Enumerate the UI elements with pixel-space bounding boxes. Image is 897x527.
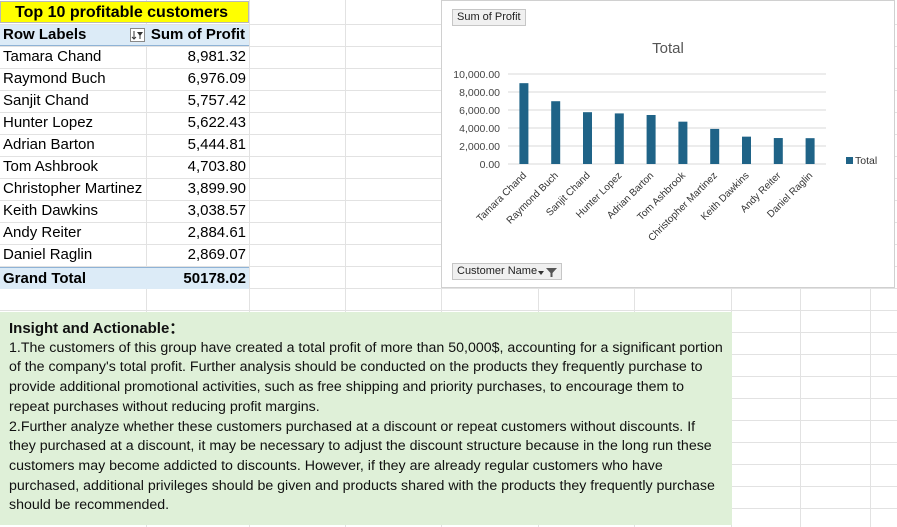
insight-paragraph: 2.Further analyze whether these customer…: [9, 418, 715, 514]
y-tick-label: 4,000.00: [459, 123, 500, 135]
legend-label: Total: [855, 155, 877, 167]
customer-name: Christopher Martinez: [3, 180, 143, 197]
bar: [614, 113, 624, 164]
profit-value: 6,976.09: [187, 70, 246, 87]
y-tick-label: 8,000.00: [459, 87, 500, 99]
bar: [646, 114, 656, 164]
pivot-header-row[interactable]: Row Labels Sum of Profit: [0, 25, 249, 46]
bar: [678, 121, 688, 164]
customer-name: Hunter Lopez: [3, 114, 94, 131]
customer-name: Sanjit Chand: [3, 92, 89, 109]
customer-name: Raymond Buch: [3, 70, 106, 87]
row-labels-header: Row Labels: [3, 26, 87, 43]
table-row[interactable]: Adrian Barton 5,444.81: [0, 134, 249, 156]
customer-name: Keith Dawkins: [3, 202, 99, 219]
customer-name: Andy Reiter: [3, 224, 82, 241]
grand-total-label: Grand Total: [3, 270, 87, 287]
table-row[interactable]: Hunter Lopez 5,622.43: [0, 112, 249, 134]
table-row[interactable]: Sanjit Chand 5,757.42: [0, 90, 249, 112]
bar: [519, 83, 529, 164]
bar: [710, 128, 720, 164]
profit-value: 8,981.32: [187, 48, 246, 65]
axis-field-label: Customer Name: [457, 265, 538, 277]
customer-name: Tom Ashbrook: [3, 158, 99, 175]
table-row[interactable]: Daniel Raglin 2,869.07: [0, 244, 249, 266]
y-tick-label: 0.00: [480, 159, 501, 171]
profit-value: 4,703.80: [187, 158, 246, 175]
pivot-chart[interactable]: Sum of Profit Total 0.00 2,000.00 4,000.00 6…: [441, 0, 895, 288]
bar: [551, 101, 561, 164]
profit-value: 3,038.57: [187, 202, 246, 219]
profit-value: 5,622.43: [187, 114, 246, 131]
bar: [805, 138, 815, 164]
y-tick-label: 6,000.00: [459, 105, 500, 117]
grand-total-row[interactable]: Grand Total 50178.02: [0, 267, 249, 289]
table-row[interactable]: Keith Dawkins 3,038.57: [0, 200, 249, 222]
profit-value: 5,757.42: [187, 92, 246, 109]
axis-field-button[interactable]: Customer Name: [452, 263, 563, 280]
profit-value: 5,444.81: [187, 136, 246, 153]
table-row[interactable]: Tom Ashbrook 4,703.80: [0, 156, 249, 178]
sort-filter-icon[interactable]: [130, 28, 145, 42]
y-tick-label: 2,000.00: [459, 141, 500, 153]
customer-name: Daniel Raglin: [3, 246, 93, 263]
profit-value: 2,869.07: [187, 246, 246, 263]
table-row[interactable]: Tamara Chand 8,981.32: [0, 46, 249, 68]
customer-name: Tamara Chand: [3, 48, 102, 65]
filter-dropdown-icon: [538, 268, 558, 277]
chart-title: Total: [652, 40, 684, 57]
customer-name: Adrian Barton: [3, 136, 95, 153]
pivot-title[interactable]: Top 10 profitable customers: [0, 1, 249, 23]
bar: [583, 112, 592, 164]
grand-total-value: 50178.02: [183, 270, 246, 287]
sum-of-profit-header: Sum of Profit: [150, 26, 245, 43]
bar: [742, 136, 751, 164]
insight-paragraph: 1.The customers of this group have creat…: [9, 339, 723, 415]
table-row[interactable]: Christopher Martinez 3,899.90: [0, 178, 249, 200]
legend-swatch: [846, 157, 853, 164]
table-row[interactable]: Andy Reiter 2,884.61: [0, 222, 249, 244]
y-tick-label: 10,000.00: [453, 69, 500, 81]
profit-value: 3,899.90: [187, 180, 246, 197]
bar: [773, 138, 783, 164]
insight-heading: Insight and Actionable：: [9, 320, 185, 337]
bar-chart-svg: Total 0.00 2,000.00 4,000.00 6,000.00 8,000.0…: [453, 40, 877, 244]
profit-value: 2,884.61: [187, 224, 246, 241]
table-row[interactable]: Raymond Buch 6,976.09: [0, 68, 249, 90]
insight-box[interactable]: Insight and Actionable： 1.The customers …: [0, 312, 732, 525]
